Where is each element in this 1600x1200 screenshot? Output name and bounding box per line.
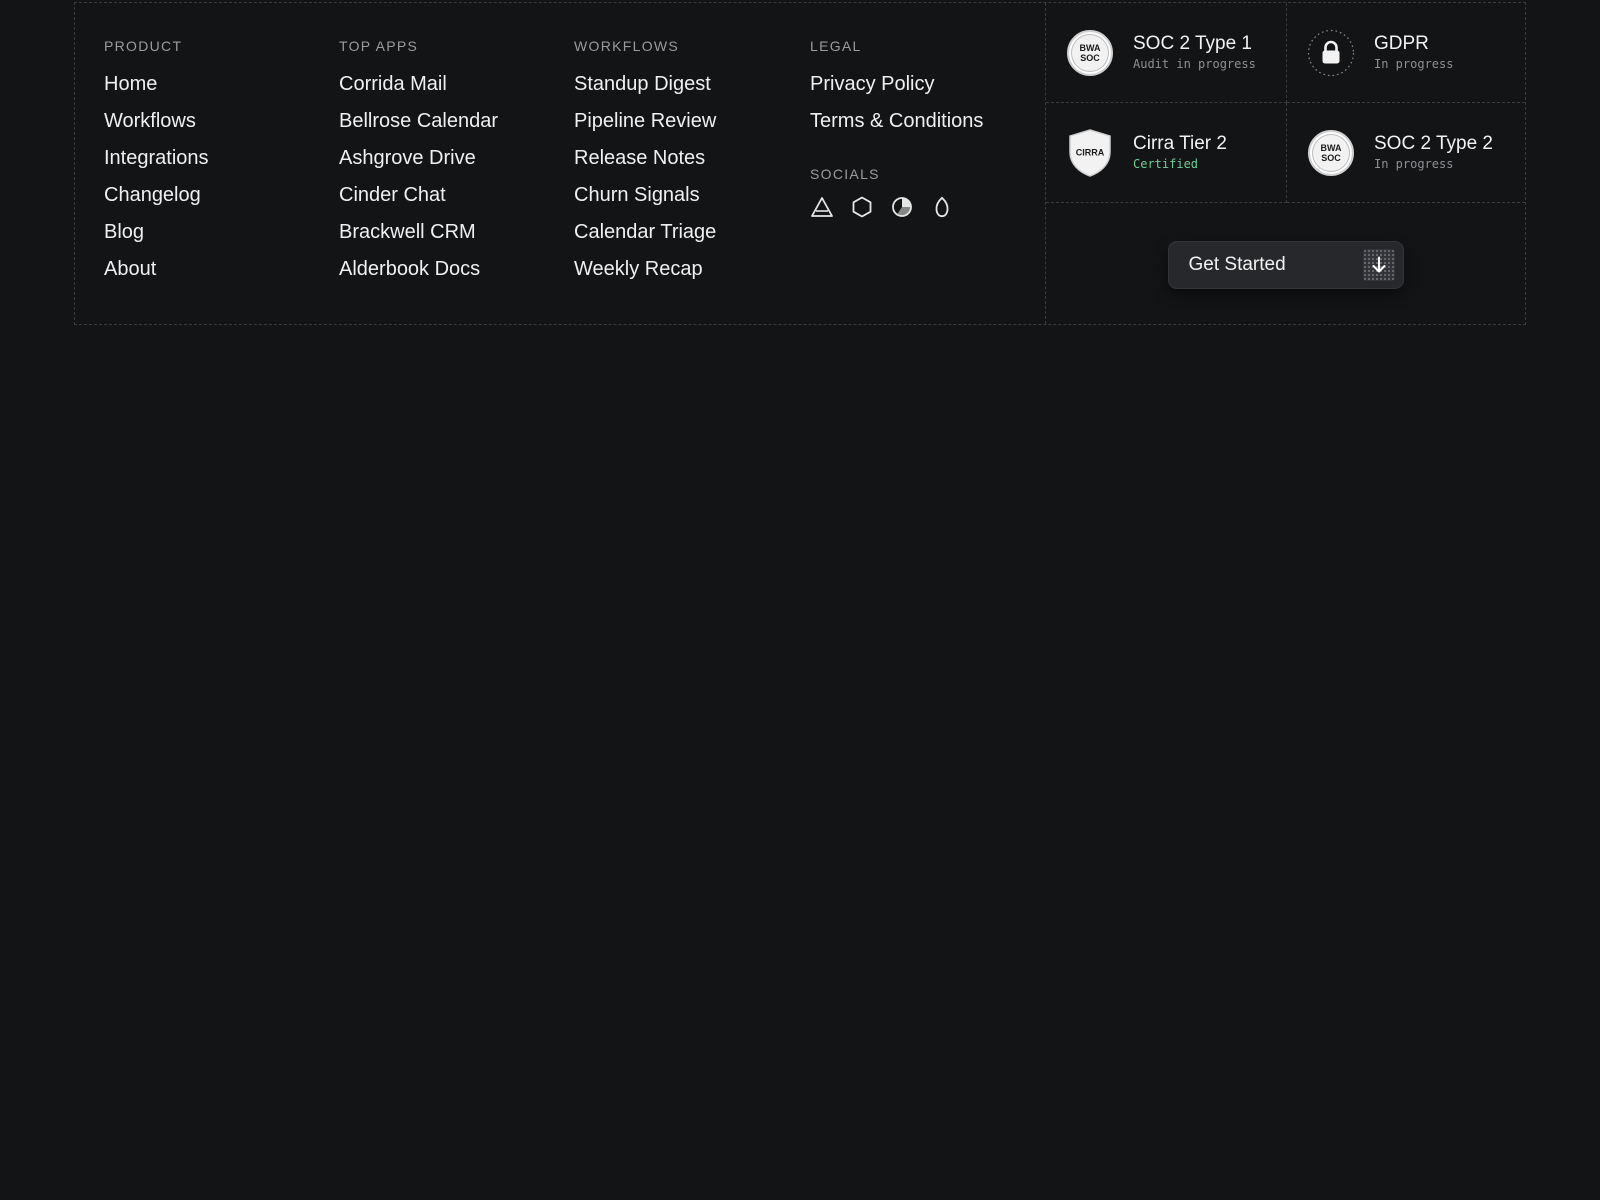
cirra-shield-icon: CIRRA: [1066, 128, 1114, 177]
top-apps-heading: TOP APPS: [339, 38, 419, 54]
arrow-down-icon: [1362, 249, 1395, 281]
workflows-heading: WORKFLOWS: [574, 38, 680, 54]
compliance-area: BWA SOC SOC 2 Type 1 Audit in progress G…: [1046, 3, 1525, 324]
link-changelog[interactable]: Changelog: [104, 180, 209, 217]
badge-line-2: SOC: [1321, 152, 1341, 163]
link-privacy-policy[interactable]: Privacy Policy: [810, 69, 983, 106]
link-brackwell-crm[interactable]: Brackwell CRM: [339, 217, 498, 254]
cert-soc2-type2: BWA SOC SOC 2 Type 2 In progress: [1287, 103, 1525, 203]
social-icons: [810, 195, 983, 219]
link-release-notes[interactable]: Release Notes: [574, 143, 716, 180]
link-about[interactable]: About: [104, 254, 209, 291]
soc-badge-icon: BWA SOC: [1307, 129, 1355, 177]
soc-badge-icon: BWA SOC: [1066, 29, 1114, 77]
legal-column: LEGAL Privacy Policy Terms & Conditions …: [810, 37, 983, 219]
top-apps-list: Corrida Mail Bellrose Calendar Ashgrove …: [339, 69, 498, 291]
cert-title: GDPR: [1374, 32, 1429, 54]
pie-logo-icon[interactable]: [890, 195, 914, 219]
triangle-logo-icon[interactable]: [810, 195, 834, 219]
link-cinder-chat[interactable]: Cinder Chat: [339, 180, 498, 217]
socials-heading: SOCIALS: [810, 166, 880, 182]
cert-title: SOC 2 Type 2: [1374, 132, 1493, 154]
site-footer: PRODUCT Home Workflows Integrations Chan…: [74, 2, 1526, 325]
lock-icon: [1307, 29, 1355, 77]
cert-cirra-tier2: CIRRA Cirra Tier 2 Certified: [1046, 103, 1287, 203]
cirra-badge-text: CIRRA: [1076, 147, 1105, 157]
badge-line-1: BWA: [1320, 142, 1342, 153]
link-alderbook-docs[interactable]: Alderbook Docs: [339, 254, 498, 291]
get-started-button[interactable]: Get Started: [1167, 241, 1404, 289]
drop-logo-icon[interactable]: [930, 195, 954, 219]
workflows-column: WORKFLOWS Standup Digest Pipeline Review…: [574, 37, 716, 291]
get-started-label: Get Started: [1188, 254, 1286, 275]
product-column: PRODUCT Home Workflows Integrations Chan…: [104, 37, 209, 291]
badge-line-2: SOC: [1080, 52, 1100, 63]
link-workflows[interactable]: Workflows: [104, 106, 209, 143]
badge-line-1: BWA: [1079, 42, 1101, 53]
legal-list: Privacy Policy Terms & Conditions: [810, 69, 983, 143]
cert-title: SOC 2 Type 1: [1133, 32, 1252, 54]
link-churn-signals[interactable]: Churn Signals: [574, 180, 716, 217]
link-home[interactable]: Home: [104, 69, 209, 106]
cert-title: Cirra Tier 2: [1133, 132, 1227, 154]
footer-links: PRODUCT Home Workflows Integrations Chan…: [75, 3, 1046, 324]
link-blog[interactable]: Blog: [104, 217, 209, 254]
link-calendar-triage[interactable]: Calendar Triage: [574, 217, 716, 254]
cert-status: In progress: [1374, 56, 1454, 71]
link-standup-digest[interactable]: Standup Digest: [574, 69, 716, 106]
product-list: Home Workflows Integrations Changelog Bl…: [104, 69, 209, 291]
hexagon-logo-icon[interactable]: [850, 195, 874, 219]
cert-gdpr: GDPR In progress: [1287, 3, 1525, 103]
cert-status: Certified: [1133, 156, 1199, 171]
cert-status: Audit in progress: [1133, 56, 1256, 71]
link-terms-conditions[interactable]: Terms & Conditions: [810, 106, 983, 143]
link-pipeline-review[interactable]: Pipeline Review: [574, 106, 716, 143]
product-heading: PRODUCT: [104, 38, 183, 54]
legal-heading: LEGAL: [810, 38, 862, 54]
top-apps-column: TOP APPS Corrida Mail Bellrose Calendar …: [339, 37, 498, 291]
certifications-grid: BWA SOC SOC 2 Type 1 Audit in progress G…: [1046, 3, 1525, 203]
link-weekly-recap[interactable]: Weekly Recap: [574, 254, 716, 291]
cert-status: In progress: [1374, 156, 1454, 171]
link-bellrose-calendar[interactable]: Bellrose Calendar: [339, 106, 498, 143]
link-corrida-mail[interactable]: Corrida Mail: [339, 69, 498, 106]
cta-area: Get Started: [1046, 203, 1525, 324]
link-ashgrove-drive[interactable]: Ashgrove Drive: [339, 143, 498, 180]
cert-soc2-type1: BWA SOC SOC 2 Type 1 Audit in progress: [1046, 3, 1287, 103]
workflows-list: Standup Digest Pipeline Review Release N…: [574, 69, 716, 291]
link-integrations[interactable]: Integrations: [104, 143, 209, 180]
